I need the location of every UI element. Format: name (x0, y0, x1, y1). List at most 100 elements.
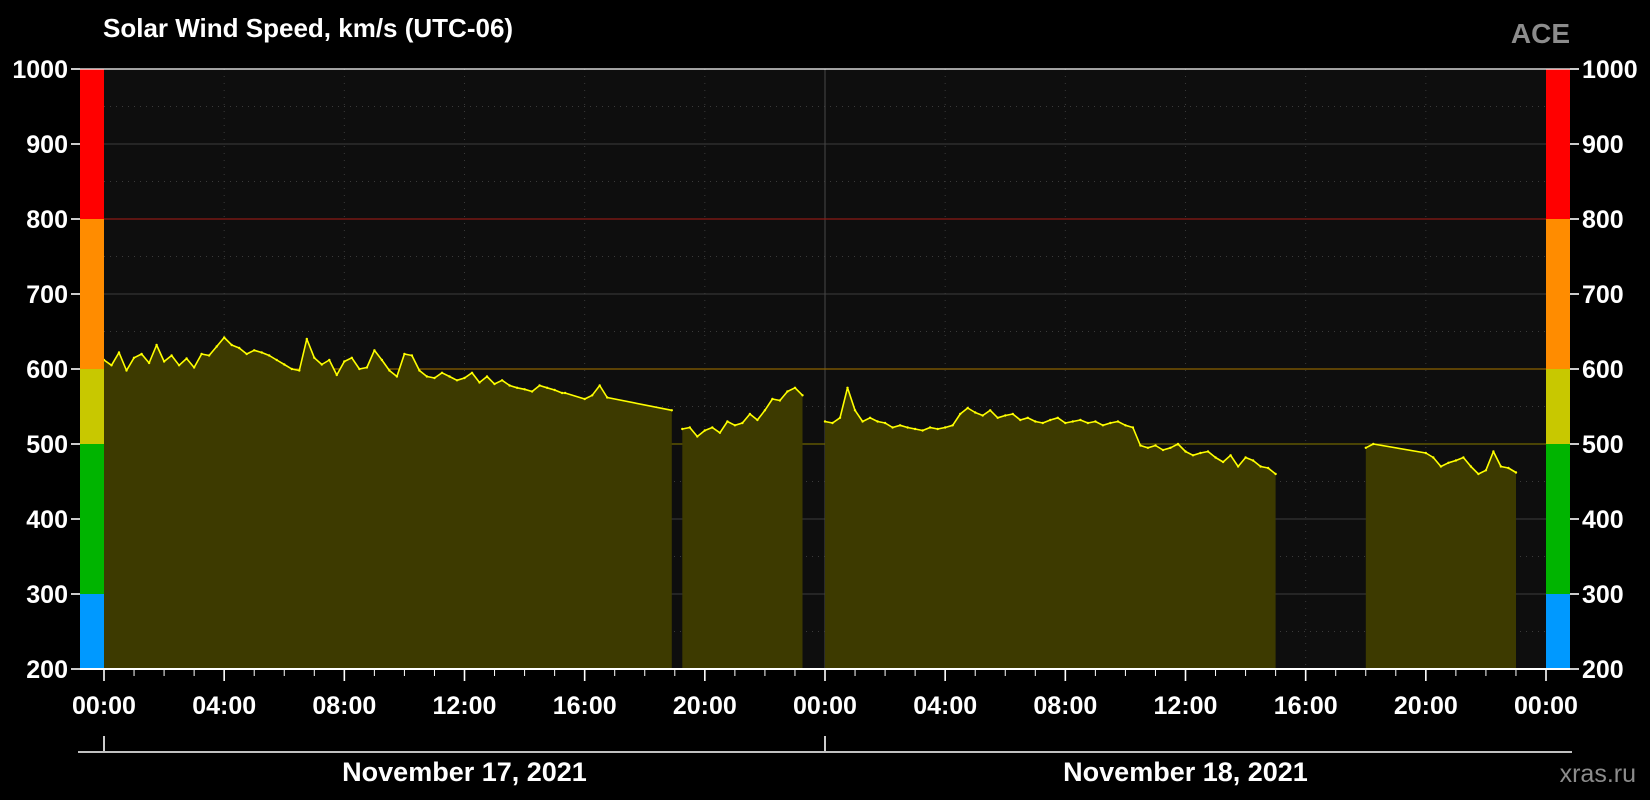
data-point (771, 397, 774, 401)
left-color-scale-segment (80, 594, 104, 669)
data-point (268, 354, 271, 357)
data-point (1206, 450, 1210, 453)
data-point (1139, 444, 1142, 447)
right-color-scale-segment (1546, 219, 1570, 369)
right-y-tick-label: 800 (1582, 206, 1624, 234)
x-tick-label: 20:00 (673, 692, 737, 720)
data-point (711, 426, 714, 429)
data-point (1146, 446, 1150, 449)
data-point (1056, 416, 1060, 419)
left-y-tick-label: 500 (26, 431, 68, 459)
data-point (563, 391, 567, 395)
data-point (786, 390, 789, 393)
data-point (741, 421, 744, 425)
data-point (921, 429, 924, 432)
data-point (238, 346, 241, 350)
data-point (598, 384, 601, 387)
right-color-scale-segment (1546, 69, 1570, 219)
solar-wind-chart: Solar Wind Speed, km/s (UTC-06) ACE xras… (0, 0, 1650, 800)
data-point (1447, 461, 1450, 464)
data-point (1251, 459, 1255, 462)
data-point (403, 352, 406, 356)
date-label: November 18, 2021 (1063, 757, 1308, 787)
data-point (726, 420, 729, 423)
data-point (335, 373, 338, 377)
data-point (936, 427, 939, 431)
data-point (433, 376, 436, 380)
data-point (230, 343, 233, 347)
data-point (1484, 469, 1488, 472)
right-y-tick-label: 900 (1582, 131, 1624, 159)
data-point (1026, 416, 1030, 419)
date-label: November 17, 2021 (342, 757, 587, 787)
data-point (606, 396, 609, 399)
data-point (778, 399, 782, 402)
data-point (132, 356, 136, 359)
data-point (1454, 459, 1458, 462)
data-point (944, 426, 947, 429)
data-point (1161, 448, 1165, 452)
data-point (463, 376, 466, 380)
x-tick-label: 08:00 (312, 692, 376, 720)
data-source-label: ACE (1511, 18, 1570, 49)
data-point (545, 386, 549, 389)
left-y-tick-label: 400 (26, 506, 68, 534)
data-point (1019, 418, 1022, 422)
data-point (1049, 418, 1052, 422)
left-color-scale-segment (80, 519, 104, 594)
data-point (508, 384, 511, 387)
x-tick-label: 04:00 (192, 692, 256, 720)
data-point (1131, 426, 1135, 429)
left-color-scale-segment (80, 69, 104, 219)
right-color-scale-segment (1546, 519, 1570, 594)
right-y-tick-label: 1000 (1582, 56, 1638, 84)
data-point (831, 421, 834, 425)
data-point (313, 356, 316, 359)
data-point (913, 427, 917, 431)
data-point (170, 354, 173, 357)
data-point (117, 351, 121, 354)
x-tick-label: 00:00 (72, 692, 136, 720)
data-point (733, 424, 737, 427)
data-point (1124, 424, 1127, 427)
data-point (996, 416, 999, 419)
data-point (1221, 460, 1225, 464)
left-color-scale-segment (80, 369, 104, 444)
right-y-tick-label: 500 (1582, 431, 1624, 459)
data-point (966, 406, 969, 410)
speed-area-fill (1365, 444, 1516, 669)
data-point (110, 364, 113, 367)
data-point (538, 384, 541, 387)
data-point (290, 367, 293, 371)
data-point (162, 360, 166, 363)
data-point (1034, 420, 1037, 423)
x-tick-label: 16:00 (1274, 692, 1338, 720)
data-point (898, 424, 902, 427)
x-tick-label: 04:00 (913, 692, 977, 720)
data-point (440, 371, 444, 374)
data-point (305, 337, 308, 341)
left-y-tick-label: 700 (26, 281, 68, 309)
data-point (200, 352, 203, 356)
data-point (1094, 420, 1097, 423)
data-point (1079, 418, 1082, 422)
data-point (245, 352, 248, 356)
data-point (455, 379, 459, 382)
data-point (380, 358, 384, 362)
data-point (1199, 451, 1202, 455)
data-point (1259, 465, 1262, 468)
data-point (846, 386, 849, 389)
data-point (1469, 465, 1473, 468)
data-point (1244, 456, 1247, 459)
data-point (1086, 421, 1090, 425)
left-y-tick-label: 900 (26, 131, 68, 159)
data-point (125, 369, 128, 372)
x-tick-label: 12:00 (1154, 692, 1218, 720)
data-point (418, 369, 421, 372)
data-point (515, 386, 519, 389)
data-point (215, 345, 218, 348)
data-point (147, 361, 151, 365)
data-point (974, 411, 977, 414)
data-point (275, 358, 278, 362)
data-point (763, 409, 767, 412)
